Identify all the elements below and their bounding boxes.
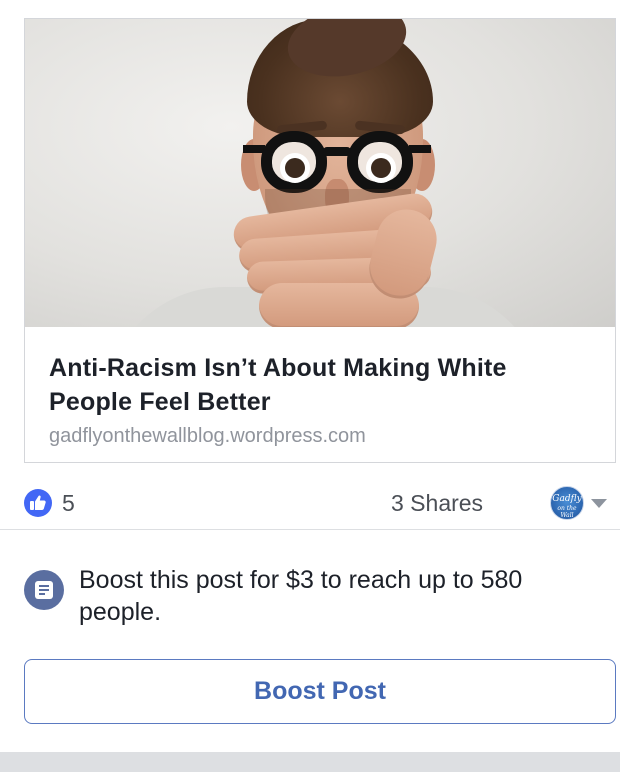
avatar-logo-subtext: on the Wall — [557, 505, 577, 519]
link-domain: gadflyonthewallblog.wordpress.com — [49, 425, 366, 447]
boost-post-button[interactable]: Boost Post — [24, 659, 616, 724]
section-divider — [0, 752, 620, 772]
chevron-down-icon[interactable] — [591, 499, 607, 508]
link-preview-card[interactable]: Anti-Racism Isn’t About Making White Peo… — [24, 18, 616, 463]
boost-message: Boost this post for $3 to reach up to 58… — [79, 566, 523, 626]
boost-suggestion: Boost this post for $3 to reach up to 58… — [0, 546, 620, 646]
avatar-logo-text: Gadfly — [552, 494, 582, 504]
link-title[interactable]: Anti-Racism Isn’t About Making White Peo… — [49, 351, 591, 419]
document-icon — [24, 570, 64, 610]
post-stats-bar: 5 3 Shares Gadfly on the Wall — [0, 476, 620, 530]
link-preview-text[interactable]: Anti-Racism Isn’t About Making White Peo… — [25, 327, 615, 449]
shares-count[interactable]: 3 Shares — [391, 489, 483, 517]
glasses-right-lens — [347, 131, 413, 193]
link-preview-image[interactable] — [25, 19, 615, 327]
page-avatar[interactable]: Gadfly on the Wall — [550, 486, 584, 520]
glasses-left-lens — [261, 131, 327, 193]
like-count[interactable]: 5 — [62, 489, 75, 517]
thumbs-up-icon[interactable] — [24, 489, 52, 517]
